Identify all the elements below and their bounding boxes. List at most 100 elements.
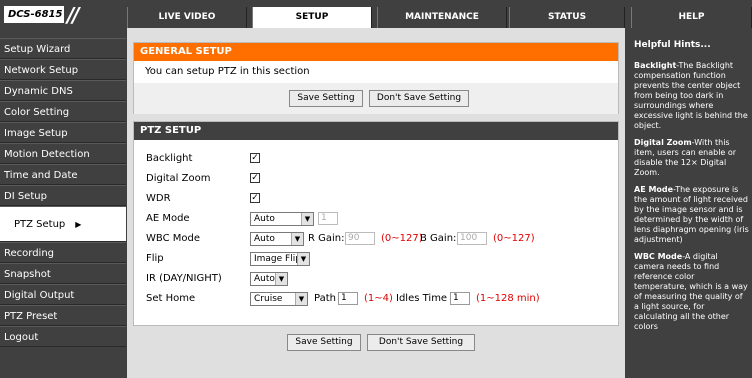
hint-text: -A digital camera needs to find referenc… (634, 252, 748, 331)
wdr-checkbox[interactable]: ✓ (250, 193, 260, 203)
sidebar-item-image-setup[interactable]: Image Setup (0, 122, 126, 143)
digital-zoom-label: Digital Zoom (146, 173, 211, 184)
logo-slashes: // (67, 3, 80, 27)
wbc-mode-value: Auto (254, 234, 275, 244)
general-setup-panel: GENERAL SETUP You can setup PTZ in this … (133, 42, 619, 114)
hints-title: Helpful Hints... (634, 40, 711, 50)
sidebar-item-color-setting[interactable]: Color Setting (0, 101, 126, 122)
sidebar-item-setup-wizard[interactable]: Setup Wizard (0, 38, 126, 59)
chevron-down-icon: ▼ (297, 253, 309, 265)
sidebar-item-logout[interactable]: Logout (0, 326, 126, 347)
ae-value-input[interactable]: 1 (318, 212, 338, 225)
bottom-dont-save-setting-button[interactable]: Don't Save Setting (367, 334, 475, 351)
ae-mode-label: AE Mode (146, 213, 190, 224)
b-gain-input[interactable]: 100 (457, 232, 487, 245)
sidebar-item-ptz-preset[interactable]: PTZ Preset (0, 305, 126, 326)
idles-time-range: (1~128 min) (476, 293, 540, 304)
hint-term: AE Mode (634, 185, 674, 194)
ptz-setup-panel: PTZ SETUP Backlight ✓ Digital Zoom ✓ WDR… (133, 121, 619, 326)
b-gain-range: (0~127) (493, 233, 535, 244)
sidebar-item-label: DI Setup (4, 191, 47, 202)
backlight-checkbox[interactable]: ✓ (250, 153, 260, 163)
r-gain-input[interactable]: 90 (345, 232, 375, 245)
hint-digital-zoom: Digital Zoom-With this item, users can e… (634, 138, 749, 178)
tab-help[interactable]: HELP (631, 7, 752, 28)
model-label: DCS-6815 (4, 6, 64, 23)
chevron-down-icon: ▼ (291, 233, 303, 245)
digital-zoom-checkbox[interactable]: ✓ (250, 173, 260, 183)
main-content: GENERAL SETUP You can setup PTZ in this … (127, 28, 625, 378)
sidebar: Setup Wizard Network Setup Dynamic DNS C… (0, 28, 126, 378)
tab-maintenance[interactable]: MAINTENANCE (377, 7, 507, 28)
chevron-down-icon: ▼ (275, 273, 287, 285)
sidebar-item-label: PTZ Setup (14, 219, 66, 230)
wbc-mode-select[interactable]: Auto ▼ (250, 232, 304, 246)
sidebar-item-digital-output[interactable]: Digital Output (0, 284, 126, 305)
hint-ae-mode: AE Mode-The exposure is the amount of li… (634, 185, 749, 245)
hint-term: Backlight (634, 61, 677, 70)
arrow-right-icon: ▶ (75, 220, 82, 229)
sidebar-item-motion-detection[interactable]: Motion Detection (0, 143, 126, 164)
sidebar-item-dynamic-dns[interactable]: Dynamic DNS (0, 80, 126, 101)
sidebar-item-label: Image Setup (4, 128, 68, 139)
sidebar-item-label: Time and Date (4, 170, 78, 181)
idles-time-input[interactable]: 1 (450, 292, 470, 305)
sidebar-item-label: Logout (4, 332, 39, 343)
ir-label: IR (DAY/NIGHT) (146, 273, 222, 284)
hint-text: -The Backlight compensation function pre… (634, 61, 748, 130)
sidebar-item-label: Motion Detection (4, 149, 90, 160)
hint-term: WBC Mode (634, 252, 683, 261)
ir-value: Auto (254, 274, 275, 284)
ir-select[interactable]: Auto ▼ (250, 272, 288, 286)
tab-status[interactable]: STATUS (509, 7, 625, 28)
path-range: (1~4) (364, 293, 393, 304)
save-setting-button[interactable]: Save Setting (289, 90, 363, 107)
sidebar-item-label: PTZ Preset (4, 311, 58, 322)
flip-value: Image Flip (254, 254, 301, 264)
ae-mode-value: Auto (254, 214, 275, 224)
flip-label: Flip (146, 253, 164, 264)
set-home-label: Set Home (146, 293, 196, 304)
r-gain-range: (0~127) (381, 233, 423, 244)
idles-time-label: Idles Time (396, 293, 448, 304)
dont-save-setting-button[interactable]: Don't Save Setting (369, 90, 469, 107)
sidebar-item-label: Color Setting (4, 107, 70, 118)
product-logo: DCS-6815 // (4, 3, 116, 27)
backlight-label: Backlight (146, 153, 193, 164)
ptz-setup-title: PTZ SETUP (134, 122, 618, 140)
sidebar-item-label: Snapshot (4, 269, 51, 280)
sidebar-item-recording[interactable]: Recording (0, 242, 126, 263)
tab-live-video[interactable]: LIVE VIDEO (127, 7, 247, 28)
set-home-select[interactable]: Cruise ▼ (250, 292, 308, 306)
sidebar-item-label: Setup Wizard (4, 44, 71, 55)
sidebar-item-network-setup[interactable]: Network Setup (0, 59, 126, 80)
sidebar-item-time-and-date[interactable]: Time and Date (0, 164, 126, 185)
ae-mode-select[interactable]: Auto ▼ (250, 212, 314, 226)
sidebar-item-ptz-setup[interactable]: PTZ Setup ▶ (0, 206, 126, 242)
chevron-down-icon: ▼ (295, 293, 307, 305)
chevron-down-icon: ▼ (301, 213, 313, 225)
sidebar-item-di-setup[interactable]: DI Setup (0, 185, 126, 206)
hint-term: Digital Zoom (634, 138, 692, 147)
wbc-mode-label: WBC Mode (146, 233, 200, 244)
bottom-save-setting-button[interactable]: Save Setting (287, 334, 361, 351)
b-gain-label: B Gain: (420, 233, 457, 244)
path-label: Path (314, 293, 336, 304)
general-setup-title: GENERAL SETUP (134, 43, 618, 61)
sidebar-item-label: Network Setup (4, 65, 79, 76)
r-gain-label: R Gain: (308, 233, 345, 244)
sidebar-item-label: Dynamic DNS (4, 86, 73, 97)
hint-backlight: Backlight-The Backlight compensation fun… (634, 61, 749, 131)
top-bar: DCS-6815 // LIVE VIDEO SETUP MAINTENANCE… (0, 0, 752, 28)
wdr-label: WDR (146, 193, 171, 204)
path-input[interactable]: 1 (338, 292, 358, 305)
flip-select[interactable]: Image Flip ▼ (250, 252, 310, 266)
general-setup-text: You can setup PTZ in this section (145, 66, 310, 77)
hint-wbc-mode: WBC Mode-A digital camera needs to find … (634, 252, 749, 332)
tab-setup[interactable]: SETUP (252, 7, 372, 28)
sidebar-item-label: Digital Output (4, 290, 75, 301)
set-home-value: Cruise (254, 294, 283, 304)
helpful-hints-panel: Helpful Hints... Backlight-The Backlight… (631, 28, 752, 378)
sidebar-item-label: Recording (4, 248, 55, 259)
sidebar-item-snapshot[interactable]: Snapshot (0, 263, 126, 284)
